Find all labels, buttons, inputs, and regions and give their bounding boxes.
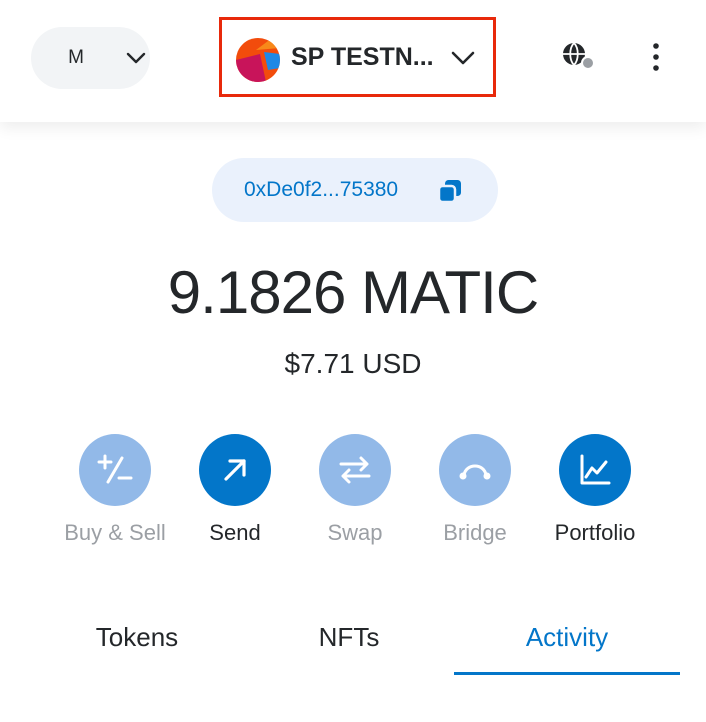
action-circle [79,434,151,506]
buy-sell-button[interactable]: Buy & Sell [55,434,175,554]
copy-icon [438,180,461,203]
bridge-icon [459,464,491,480]
primary-balance: 9.1826 MATIC [167,259,539,326]
action-label: Buy & Sell [64,520,166,545]
action-circle [559,434,631,506]
wallet-home: M SP TESTN... 0xDe0f2...75380 9.1826 MAT… [0,0,706,722]
action-label: Portfolio [554,520,636,545]
header: M SP TESTN... [0,0,706,122]
action-circle [199,434,271,506]
chevron-down-icon [126,52,146,64]
action-label: Bridge [443,520,507,545]
tab-tokens[interactable]: Tokens [24,604,250,676]
tab-activity[interactable]: Activity [454,604,680,676]
kebab-menu-icon[interactable] [641,38,671,76]
account-address: 0xDe0f2...75380 [244,178,399,201]
tab-nfts[interactable]: NFTs [236,604,462,676]
active-tab-indicator [454,672,680,675]
chart-line-icon [580,454,611,485]
arrow-up-right-icon [224,459,246,481]
globe-icon[interactable] [557,37,597,75]
account-avatar-icon [236,38,280,82]
account-picker[interactable]: SP TESTN... [219,17,496,97]
plus-minus-icon [97,454,133,484]
swap-arrows-icon [339,456,371,484]
portfolio-button[interactable]: Portfolio [535,434,655,554]
bridge-button[interactable]: Bridge [415,434,535,554]
account-name: SP TESTN... [291,43,434,71]
action-circle [439,434,511,506]
fiat-balance: $7.71 USD [284,348,422,379]
network-label: M [68,47,84,68]
action-circle [319,434,391,506]
chevron-down-icon [451,51,475,65]
address-copy-button[interactable]: 0xDe0f2...75380 [212,158,498,222]
send-button[interactable]: Send [175,434,295,554]
swap-button[interactable]: Swap [295,434,415,554]
network-picker[interactable]: M [31,27,150,89]
action-label: Send [209,520,261,545]
action-label: Swap [327,520,383,545]
